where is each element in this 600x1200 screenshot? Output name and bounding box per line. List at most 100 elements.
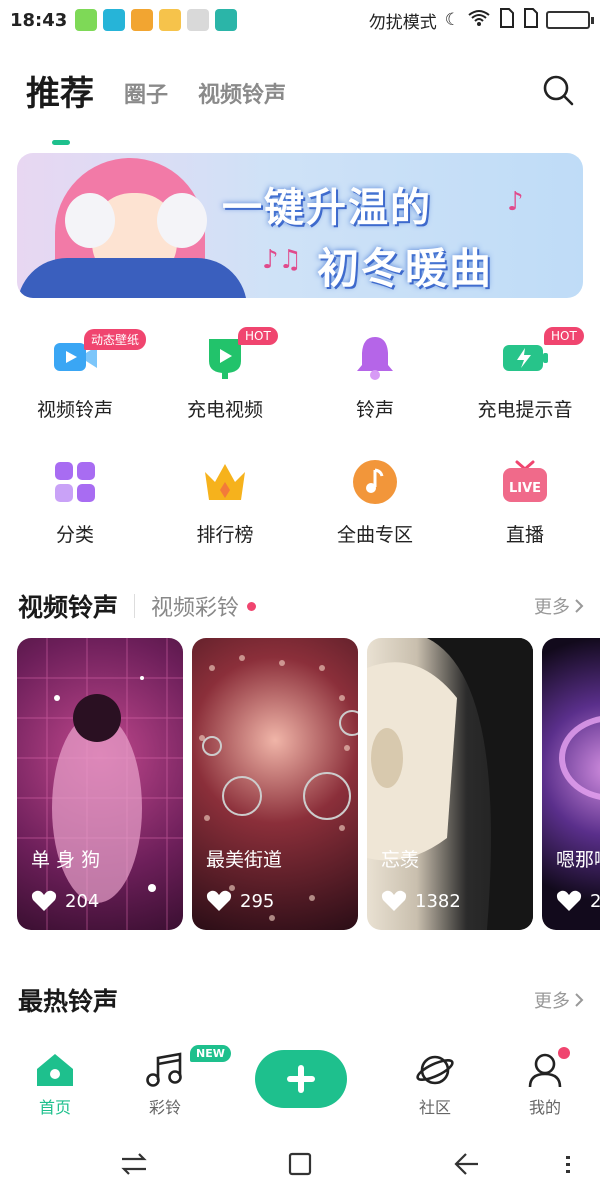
sim-icon bbox=[498, 7, 514, 33]
video-card[interactable]: 单 身 狗 204 bbox=[17, 638, 183, 930]
video-card[interactable]: 最美街道 295 bbox=[192, 638, 358, 930]
card-likes: 295 bbox=[206, 890, 274, 912]
heart-icon[interactable] bbox=[31, 890, 57, 912]
sim-icon bbox=[522, 7, 538, 33]
more-label: 更多 bbox=[534, 991, 570, 1012]
grid-label: 直播 bbox=[505, 524, 544, 546]
card-title: 单 身 狗 bbox=[31, 849, 101, 871]
banner-headline-1: 一键升温的 bbox=[222, 185, 432, 231]
planet-icon bbox=[416, 1055, 454, 1085]
grid-label: 全曲专区 bbox=[336, 524, 413, 546]
new-badge: NEW bbox=[190, 1045, 231, 1062]
battery-charge-icon bbox=[501, 333, 549, 381]
grid-item-charge-tone[interactable]: HOT 充电提示音 bbox=[450, 325, 600, 450]
bell-icon bbox=[351, 333, 399, 381]
usb-icon bbox=[215, 9, 238, 31]
warning-icon bbox=[131, 9, 154, 31]
tab-recommend[interactable]: 推荐 bbox=[26, 66, 94, 145]
grid-label: 分类 bbox=[55, 524, 94, 546]
status-time: 18:43 bbox=[10, 9, 68, 31]
moon-icon: ☾ bbox=[444, 10, 460, 30]
video-card-carousel: 单 身 狗 204 最美街道 295 忘羡 1382 嗯那 2 bbox=[17, 638, 600, 930]
heart-icon[interactable] bbox=[206, 890, 232, 912]
nav-community[interactable]: 社区 bbox=[395, 1052, 475, 1118]
music-note-icon bbox=[351, 458, 399, 506]
create-button[interactable] bbox=[255, 1050, 347, 1108]
plus-icon bbox=[287, 1065, 315, 1093]
card-thumbnail bbox=[17, 638, 183, 930]
grid-item-live[interactable]: LIVE 直播 bbox=[450, 450, 600, 575]
badge-hot: HOT bbox=[238, 327, 278, 345]
red-dot bbox=[247, 601, 257, 611]
badge-hot: HOT bbox=[544, 327, 584, 345]
grid-label: 铃声 bbox=[355, 399, 394, 421]
app-notification-icon bbox=[103, 9, 126, 31]
back-icon[interactable] bbox=[450, 1148, 482, 1180]
folder-icon bbox=[159, 9, 182, 31]
promo-banner[interactable]: 一键升温的 初冬暖曲 ♪♫ ♪ bbox=[17, 153, 583, 298]
crown-icon bbox=[201, 458, 249, 506]
card-title: 最美街道 bbox=[206, 849, 283, 871]
divider bbox=[134, 594, 136, 618]
grid-item-video-ringtone[interactable]: 动态壁纸 视频铃声 bbox=[0, 325, 150, 450]
like-count: 1382 bbox=[415, 890, 461, 912]
nav-mine[interactable]: 我的 bbox=[505, 1052, 585, 1118]
nav-label: 社区 bbox=[418, 1098, 451, 1117]
tab-circle[interactable]: 圈子 bbox=[124, 77, 168, 109]
grid-label: 充电视频 bbox=[186, 399, 263, 421]
music-notes-icon bbox=[146, 1052, 182, 1087]
grid-label: 充电提示音 bbox=[477, 399, 573, 421]
heart-icon[interactable] bbox=[381, 890, 407, 912]
svg-text:LIVE: LIVE bbox=[509, 481, 541, 496]
heart-icon[interactable] bbox=[556, 890, 582, 912]
feature-grid: 动态壁纸 视频铃声 HOT 充电视频 铃声 HOT 充电提示音 分类 排行榜 全… bbox=[0, 325, 600, 575]
more-link[interactable]: 更多 bbox=[534, 987, 584, 1013]
like-count: 204 bbox=[65, 890, 100, 912]
music-note-icon: ♪ bbox=[507, 187, 524, 217]
grid-item-ranking[interactable]: 排行榜 bbox=[150, 450, 300, 575]
grid-item-category[interactable]: 分类 bbox=[0, 450, 150, 575]
card-thumbnail bbox=[367, 638, 533, 930]
menu-dots-icon[interactable] bbox=[552, 1148, 584, 1180]
brush-icon bbox=[187, 9, 210, 31]
home-icon bbox=[37, 1054, 73, 1086]
video-card[interactable]: 忘羡 1382 bbox=[367, 638, 533, 930]
notification-dot bbox=[558, 1047, 570, 1059]
search-icon[interactable] bbox=[542, 74, 574, 106]
nav-home[interactable]: 首页 bbox=[15, 1052, 95, 1118]
nav-label: 我的 bbox=[528, 1098, 561, 1117]
card-title: 嗯那啊 bbox=[556, 849, 600, 871]
tab-video-color-ring[interactable]: 视频彩铃 bbox=[151, 590, 239, 622]
hot-ringtone-header: 最热铃声 更多 bbox=[18, 980, 584, 1020]
chevron-right-icon bbox=[575, 993, 584, 1007]
section-title: 最热铃声 bbox=[18, 987, 119, 1016]
nav-label: 彩铃 bbox=[148, 1098, 181, 1117]
like-count: 295 bbox=[240, 890, 275, 912]
status-bar: 18:43 勿扰模式 ☾ bbox=[0, 0, 600, 40]
live-tv-icon: LIVE bbox=[501, 458, 549, 506]
more-link[interactable]: 更多 bbox=[534, 593, 584, 619]
banner-headline-2: 初冬暖曲 bbox=[317, 244, 494, 293]
grid-item-charge-video[interactable]: HOT 充电视频 bbox=[150, 325, 300, 450]
music-note-icon: ♪♫ bbox=[262, 245, 302, 275]
card-title: 忘羡 bbox=[381, 849, 420, 871]
bottom-nav: 首页 彩铃 NEW 社区 我的 bbox=[0, 1040, 600, 1130]
grid-item-ringtone[interactable]: 铃声 bbox=[300, 325, 450, 450]
chevron-right-icon bbox=[575, 599, 584, 613]
grid-label: 排行榜 bbox=[196, 524, 254, 546]
top-tab-bar: 推荐 圈子 视频铃声 bbox=[26, 66, 286, 145]
video-card[interactable]: 嗯那啊 2 bbox=[542, 638, 600, 930]
tab-video-ringtone[interactable]: 视频铃声 bbox=[198, 77, 286, 109]
card-likes: 2 bbox=[556, 890, 600, 912]
switch-app-icon[interactable] bbox=[118, 1148, 150, 1180]
card-likes: 1382 bbox=[381, 890, 461, 912]
home-square-icon[interactable] bbox=[284, 1148, 316, 1180]
card-thumbnail bbox=[199, 655, 358, 921]
video-ringtone-header: 视频铃声 视频彩铃 更多 bbox=[18, 586, 584, 626]
system-nav-bar bbox=[0, 1130, 600, 1200]
grid-item-full-song[interactable]: 全曲专区 bbox=[300, 450, 450, 575]
badge-live-wallpaper: 动态壁纸 bbox=[84, 329, 147, 350]
dnd-mode-label: 勿扰模式 bbox=[368, 12, 437, 33]
more-label: 更多 bbox=[534, 597, 570, 618]
battery-icon bbox=[546, 11, 594, 29]
